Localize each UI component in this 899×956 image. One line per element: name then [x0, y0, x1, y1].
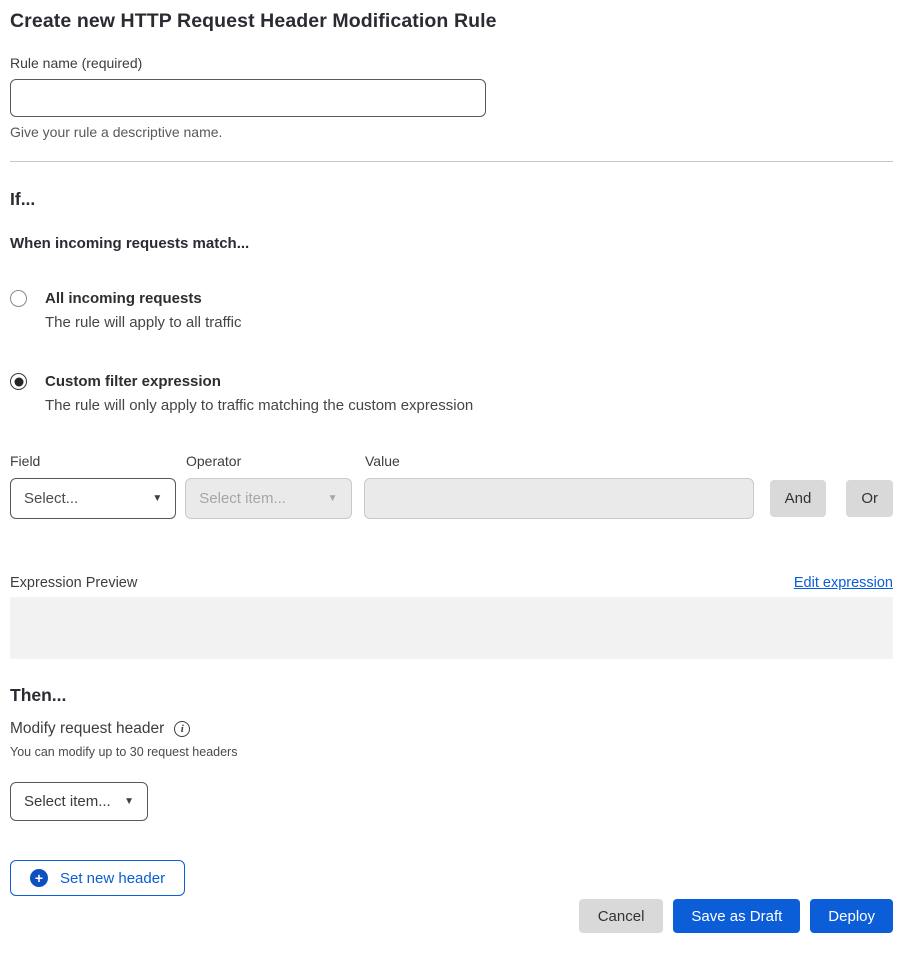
expression-preview-box	[10, 597, 893, 659]
header-action-select[interactable]: Select item... ▼	[10, 782, 148, 821]
radio-option-all-incoming[interactable]: All incoming requests The rule will appl…	[10, 288, 893, 334]
field-select-value: Select...	[24, 490, 78, 507]
cancel-button[interactable]: Cancel	[579, 899, 664, 933]
operator-select[interactable]: Select item... ▼	[185, 478, 351, 519]
radio-desc-all-incoming: The rule will apply to all traffic	[45, 312, 241, 334]
match-subheading: When incoming requests match...	[10, 234, 893, 253]
page-title: Create new HTTP Request Header Modificat…	[10, 9, 893, 33]
value-label: Value	[365, 453, 400, 469]
radio-desc-custom-filter: The rule will only apply to traffic matc…	[45, 395, 473, 417]
footer-actions: Cancel Save as Draft Deploy	[10, 899, 893, 933]
set-new-header-label: Set new header	[60, 870, 165, 887]
if-heading: If...	[10, 188, 893, 210]
save-as-draft-button[interactable]: Save as Draft	[673, 899, 800, 933]
radio-option-texts: Custom filter expression The rule will o…	[45, 371, 473, 417]
operator-select-value: Select item...	[199, 490, 286, 507]
field-label: Field	[10, 453, 186, 469]
expression-preview-row: Expression Preview Edit expression	[10, 575, 893, 591]
deploy-button[interactable]: Deploy	[810, 899, 893, 933]
create-rule-form: Create new HTTP Request Header Modificat…	[0, 0, 899, 956]
field-select[interactable]: Select... ▼	[10, 478, 176, 519]
section-divider	[10, 161, 893, 162]
then-heading: Then...	[10, 684, 893, 706]
rule-name-label: Rule name (required)	[10, 55, 893, 71]
chevron-down-icon: ▼	[124, 797, 134, 807]
rule-name-help: Give your rule a descriptive name.	[10, 124, 893, 140]
radio-option-texts: All incoming requests The rule will appl…	[45, 288, 241, 334]
edit-expression-link[interactable]: Edit expression	[794, 575, 893, 591]
rule-name-input[interactable]	[10, 79, 486, 117]
operator-label: Operator	[186, 453, 365, 469]
info-icon[interactable]: i	[174, 721, 190, 737]
chevron-down-icon: ▼	[328, 494, 338, 504]
radio-label-custom-filter: Custom filter expression	[45, 371, 473, 392]
radio-option-custom-filter[interactable]: Custom filter expression The rule will o…	[10, 371, 893, 417]
radio-label-all-incoming: All incoming requests	[45, 288, 241, 309]
radio-checked-icon[interactable]	[10, 373, 27, 390]
and-button[interactable]: And	[770, 480, 827, 517]
filter-controls-row: Select... ▼ Select item... ▼ And Or	[10, 478, 893, 519]
or-button[interactable]: Or	[846, 480, 893, 517]
expression-preview-label: Expression Preview	[10, 575, 137, 591]
modify-header-row: Modify request header i	[10, 720, 893, 738]
value-input[interactable]	[364, 478, 754, 519]
modify-header-help: You can modify up to 30 request headers	[10, 745, 893, 759]
header-action-select-value: Select item...	[24, 793, 111, 810]
set-new-header-button[interactable]: + Set new header	[10, 860, 185, 896]
plus-icon: +	[30, 869, 48, 887]
modify-header-label: Modify request header	[10, 720, 164, 738]
radio-unchecked-icon[interactable]	[10, 290, 27, 307]
chevron-down-icon: ▼	[152, 494, 162, 504]
filter-labels-row: Field Operator Value	[10, 453, 893, 469]
